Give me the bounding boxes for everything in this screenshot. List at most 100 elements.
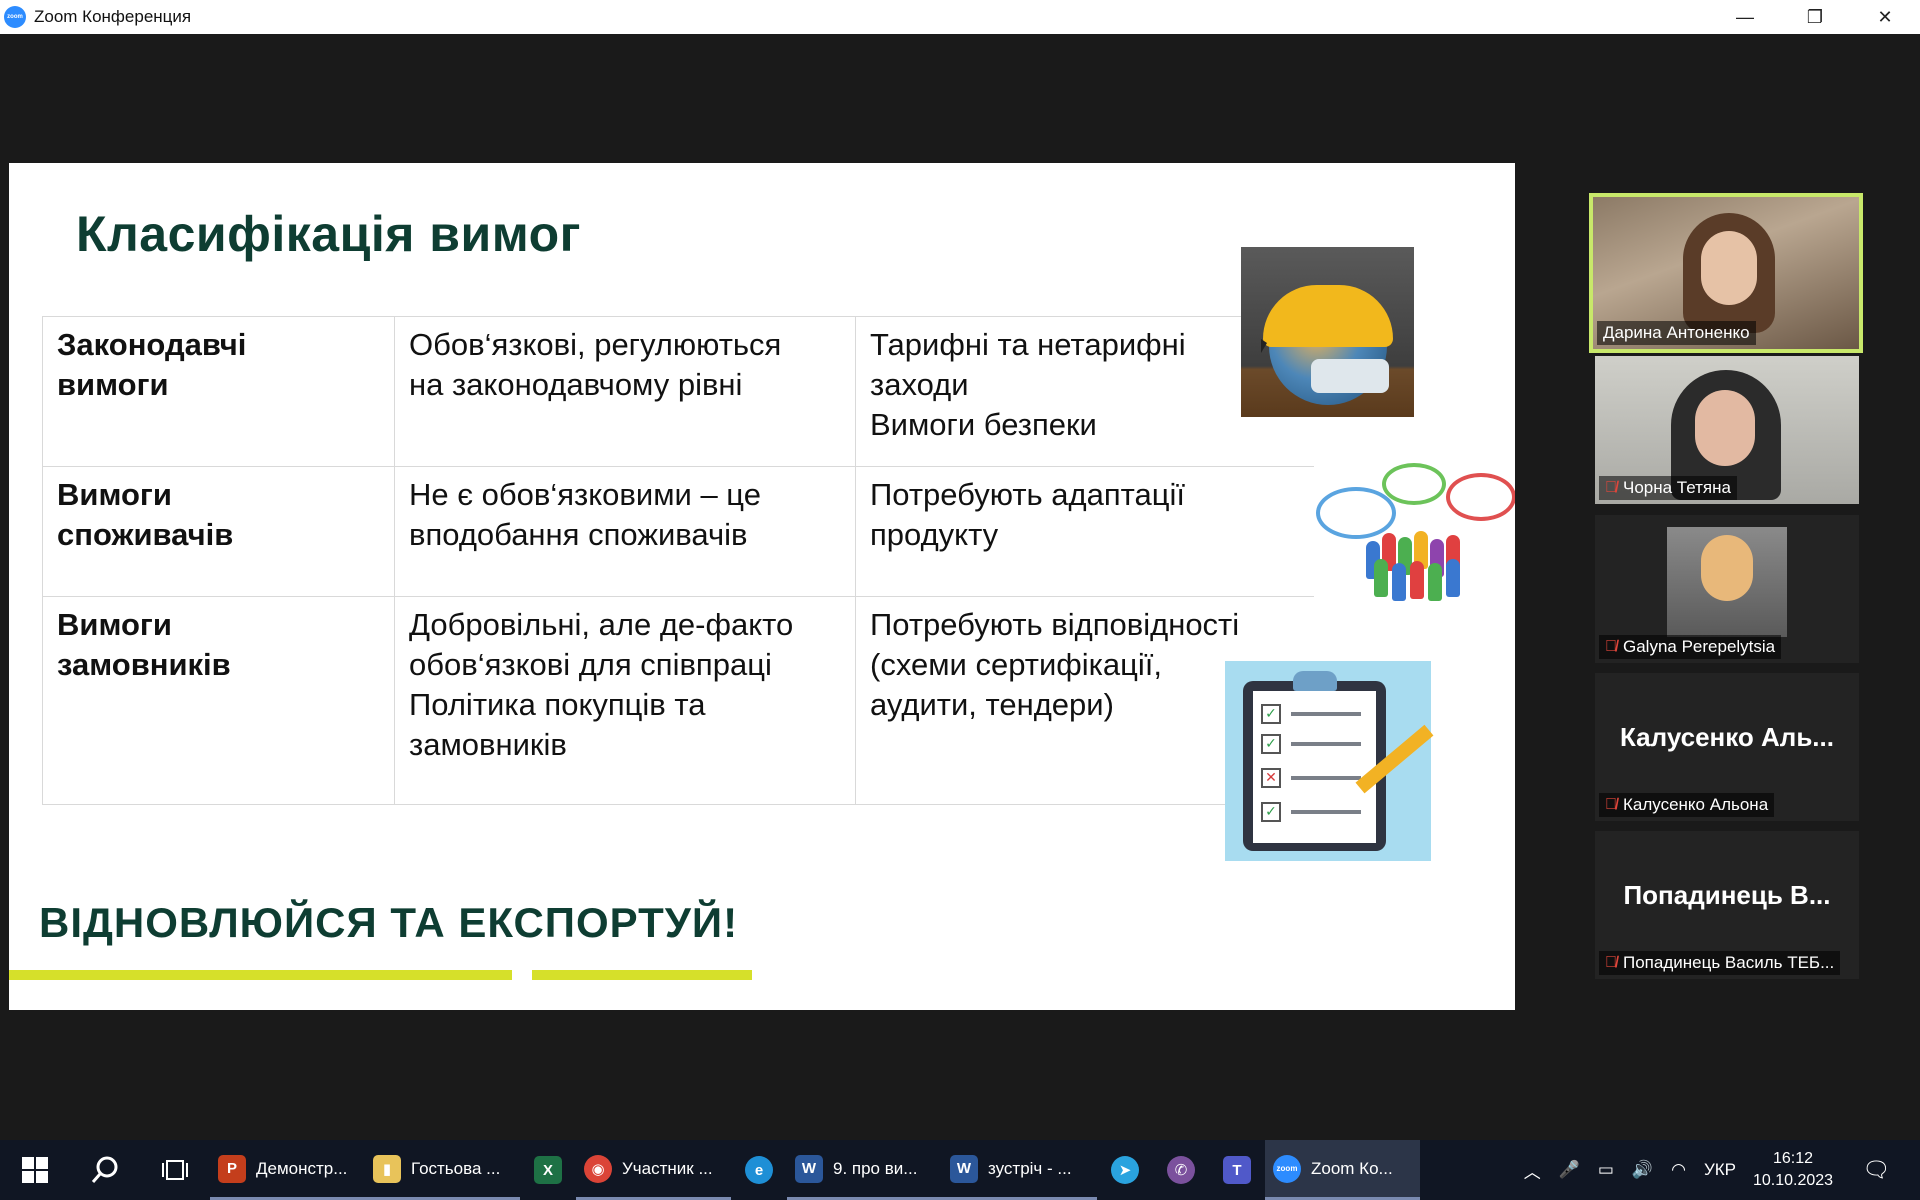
system-tray: ︿ 🎤 ▭ 🔊 ◠ УКР 16:12 10.10.2023 🗨 bbox=[1515, 1140, 1920, 1200]
clock[interactable]: 16:12 10.10.2023 bbox=[1753, 1148, 1833, 1192]
word-icon: W bbox=[950, 1154, 978, 1183]
meeting-stage: Класифікація вимог Законодавчі вимоги Об… bbox=[0, 34, 1920, 1140]
mouse-cursor-icon bbox=[1261, 339, 1267, 353]
taskbar-app-label: 9. про ви... bbox=[833, 1158, 918, 1178]
person-figure-icon bbox=[1446, 559, 1460, 597]
check-icon: ✓ bbox=[1261, 802, 1281, 822]
table-row: Вимоги замовників Добровільні, але де-фа… bbox=[42, 596, 1314, 805]
cross-icon: ✕ bbox=[1261, 768, 1281, 788]
checklist-row: ✓ bbox=[1261, 704, 1371, 724]
participant-name: Попадинець Василь ТЕБ... bbox=[1623, 953, 1835, 972]
participant-tile[interactable]: 🎙̸ Чорна Тетяна bbox=[1595, 356, 1859, 504]
taskbar-app-folder[interactable]: ▮ Гостьова ... bbox=[365, 1140, 520, 1200]
taskbar-app-label: Участник ... bbox=[622, 1158, 713, 1178]
taskbar-app-telegram[interactable]: ➤ bbox=[1097, 1140, 1153, 1200]
taskbar-app-viber[interactable]: ✆ bbox=[1153, 1140, 1209, 1200]
notifications-icon[interactable]: 🗨 bbox=[1862, 1157, 1890, 1183]
speech-bubble-red-icon bbox=[1446, 473, 1515, 521]
participant-tile[interactable]: 🎙̸ Galyna Perepelytsia bbox=[1595, 515, 1859, 663]
requirements-table: Законодавчі вимоги Обов‘язкові, регулюют… bbox=[42, 316, 1314, 805]
speech-bubble-blue-icon bbox=[1316, 487, 1396, 539]
teams-icon: T bbox=[1223, 1156, 1251, 1184]
participant-name: Дарина Антоненко bbox=[1603, 323, 1750, 342]
cell-line: споживачів bbox=[57, 517, 234, 552]
window-controls: — ❐ ✕ bbox=[1710, 0, 1920, 34]
participant-name: Galyna Perepelytsia bbox=[1623, 637, 1776, 656]
check-icon: ✓ bbox=[1261, 734, 1281, 754]
participant-name-label: 🎙̸ Попадинець Василь ТЕБ... bbox=[1599, 951, 1841, 975]
taskbar-app-label: Zoom Ко... bbox=[1311, 1158, 1393, 1178]
shared-slide: Класифікація вимог Законодавчі вимоги Об… bbox=[9, 163, 1515, 1010]
folder-icon: ▮ bbox=[373, 1154, 401, 1183]
participant-face bbox=[1695, 390, 1755, 466]
windows-start-icon[interactable] bbox=[0, 1140, 70, 1200]
crowd-speech-bubbles-image bbox=[1316, 463, 1515, 603]
face-mask-shape bbox=[1311, 359, 1389, 393]
participant-name: Чорна Тетяна bbox=[1623, 478, 1731, 497]
participant-tile[interactable]: Попадинець В... 🎙̸ Попадинець Василь ТЕБ.… bbox=[1595, 831, 1859, 979]
participant-face bbox=[1701, 231, 1757, 305]
close-button[interactable]: ✕ bbox=[1850, 0, 1920, 34]
viber-icon: ✆ bbox=[1167, 1156, 1195, 1184]
taskbar-app-word-2[interactable]: W зустріч - ... bbox=[942, 1140, 1097, 1200]
table-cell-description: Добровільні, але де-факто обов‘язкові дл… bbox=[394, 596, 856, 805]
cell-line: на законодавчому рівні bbox=[409, 367, 743, 402]
powerpoint-icon: P bbox=[218, 1154, 246, 1183]
window-title: Zoom Конференция bbox=[34, 7, 192, 26]
slogan-underline bbox=[9, 970, 512, 980]
check-icon: ✓ bbox=[1261, 704, 1281, 724]
table-row: Вимоги споживачів Не є обов‘язковими – ц… bbox=[42, 466, 1314, 597]
checklist-row: ✓ bbox=[1261, 802, 1371, 822]
restore-button[interactable]: ❐ bbox=[1780, 0, 1850, 34]
wifi-icon[interactable]: ◠ bbox=[1671, 1160, 1686, 1180]
checklist-line bbox=[1291, 712, 1361, 716]
cell-line: продукту bbox=[870, 517, 999, 552]
cell-line: Потребують відповідності bbox=[870, 607, 1240, 642]
participant-name-label: 🎙̸ Калусенко Альона bbox=[1599, 793, 1775, 817]
mic-muted-icon: 🎙̸ bbox=[1605, 796, 1617, 813]
clock-date: 10.10.2023 bbox=[1752, 1172, 1834, 1189]
cell-line: Тарифні та нетарифні bbox=[870, 327, 1186, 362]
cell-line: заходи bbox=[870, 367, 969, 402]
person-figure-icon bbox=[1374, 559, 1388, 597]
mic-muted-icon: 🎙̸ bbox=[1605, 479, 1617, 496]
cell-line: Вимоги bbox=[57, 607, 172, 642]
chevron-up-icon[interactable]: ︿ bbox=[1524, 1158, 1541, 1183]
cell-line: Політика покупців та bbox=[409, 687, 706, 722]
participant-tile-active[interactable]: Дарина Антоненко bbox=[1589, 193, 1863, 353]
search-icon[interactable] bbox=[70, 1140, 140, 1200]
table-cell-category: Вимоги замовників bbox=[42, 596, 395, 805]
language-indicator[interactable]: УКР bbox=[1704, 1160, 1736, 1180]
participant-name-label: 🎙̸ Galyna Perepelytsia bbox=[1599, 635, 1782, 659]
cell-line: обов‘язкові для співпраці bbox=[409, 647, 772, 682]
word-icon: W bbox=[795, 1154, 823, 1183]
taskbar-app-chrome[interactable]: ◉ Участник ... bbox=[576, 1140, 731, 1200]
cell-line: замовників bbox=[57, 647, 231, 682]
zoom-logo-icon: zoom bbox=[4, 6, 26, 28]
battery-icon[interactable]: ▭ bbox=[1598, 1160, 1614, 1180]
edge-icon: e bbox=[745, 1156, 773, 1184]
cell-line: Обов‘язкові, регулюються bbox=[409, 327, 782, 362]
mic-muted-icon: 🎙̸ bbox=[1605, 954, 1617, 971]
cell-line: Добровільні, але де-факто bbox=[409, 607, 794, 642]
microphone-icon[interactable]: 🎤 bbox=[1559, 1160, 1580, 1180]
taskbar-app-label: Гостьова ... bbox=[411, 1158, 501, 1178]
cell-line: Законодавчі bbox=[57, 327, 247, 362]
participant-video-frame bbox=[1667, 527, 1787, 637]
taskbar-app-edge[interactable]: e bbox=[731, 1140, 787, 1200]
taskbar-app-word-1[interactable]: W 9. про ви... bbox=[787, 1140, 942, 1200]
taskbar-app-teams[interactable]: T bbox=[1209, 1140, 1265, 1200]
cell-line: Потребують адаптації bbox=[870, 477, 1185, 512]
helmet-globe-image bbox=[1241, 247, 1414, 417]
telegram-icon: ➤ bbox=[1111, 1156, 1139, 1184]
speaker-icon[interactable]: 🔊 bbox=[1632, 1160, 1653, 1180]
task-view-icon[interactable] bbox=[140, 1140, 210, 1200]
taskbar-app-powerpoint[interactable]: P Демонстр... bbox=[210, 1140, 365, 1200]
minimize-button[interactable]: — bbox=[1710, 0, 1780, 34]
participant-tile[interactable]: Калусенко Аль... 🎙̸ Калусенко Альона bbox=[1595, 673, 1859, 821]
participant-name-label: 🎙̸ Чорна Тетяна bbox=[1599, 476, 1737, 500]
taskbar-app-excel[interactable]: X bbox=[520, 1140, 576, 1200]
taskbar-app-zoom[interactable]: zoom Zoom Ко... bbox=[1265, 1140, 1420, 1200]
mic-muted-icon: 🎙̸ bbox=[1605, 638, 1617, 655]
excel-icon: X bbox=[534, 1156, 562, 1184]
